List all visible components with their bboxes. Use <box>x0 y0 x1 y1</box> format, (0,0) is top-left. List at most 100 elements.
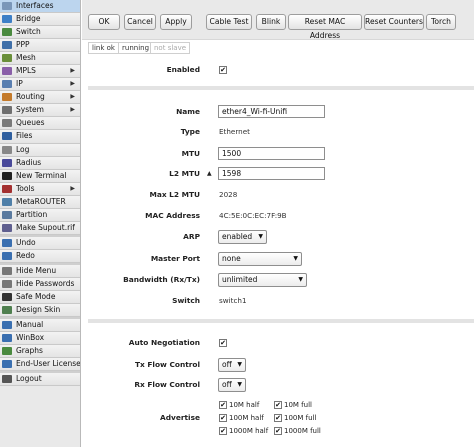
switch-icon <box>2 28 12 37</box>
bandwidth-select[interactable]: unlimited ▼ <box>218 273 307 287</box>
reset-mac-address-button[interactable]: Reset MAC Address <box>288 14 362 40</box>
rx-flow-control-select[interactable]: off ▼ <box>218 378 246 392</box>
sidebar-item-label: Design Skin <box>16 305 61 315</box>
sidebar-item-design-skin[interactable]: Design Skin <box>0 304 80 318</box>
manual-icon <box>2 321 12 330</box>
name-field[interactable]: ether4_Wi-fi-Unifi <box>218 105 325 118</box>
submenu-arrow-icon: ▶ <box>70 80 75 88</box>
sidebar-item-label: Hide Menu <box>16 265 57 275</box>
advertise-checkbox[interactable]: ✔ <box>219 414 227 422</box>
interface-editor: OK Cancel Apply Cable Test Blink Reset M… <box>82 0 474 447</box>
sidebar-item-label: MetaROUTER <box>16 196 66 206</box>
sidebar-item-logout[interactable]: Logout <box>0 373 80 387</box>
sidebar-item-label: IP <box>16 79 23 89</box>
type-value: Ethernet <box>219 127 250 136</box>
type-row: Type Ethernet <box>88 122 474 142</box>
sidebar-item-end-user-license[interactable]: End-User License <box>0 358 80 372</box>
metarouter-icon <box>2 197 12 206</box>
advertise-label: Advertise <box>160 413 200 422</box>
sidebar-item-label: Queues <box>16 118 45 128</box>
sidebar-item-label: Manual <box>16 320 44 330</box>
sidebar-item-hide-menu[interactable]: Hide Menu <box>0 264 80 278</box>
sidebar-item-mesh[interactable]: Mesh <box>0 52 80 66</box>
type-label: Type <box>180 127 200 136</box>
submenu-arrow-icon: ▶ <box>70 106 75 114</box>
advertise-option-label: 1000M half <box>229 427 269 435</box>
torch-button[interactable]: Torch <box>426 14 456 30</box>
submenu-arrow-icon: ▶ <box>70 184 75 192</box>
cable-test-button[interactable]: Cable Test <box>206 14 252 30</box>
sidebar-item-label: Graphs <box>16 346 43 356</box>
sidebar-item-partition[interactable]: Partition <box>0 208 80 222</box>
sidebar-item-files[interactable]: Files <box>0 130 80 144</box>
sidebar-item-winbox[interactable]: WinBox <box>0 332 80 346</box>
sidebar-item-tools[interactable]: Tools ▶ <box>0 182 80 196</box>
sidebar-item-routing[interactable]: Routing ▶ <box>0 91 80 105</box>
sidebar-item-label: Tools <box>16 183 35 193</box>
auto-negotiation-checkbox[interactable]: ✔ <box>219 339 227 347</box>
enabled-checkbox[interactable]: ✔ <box>219 66 227 74</box>
radius-icon <box>2 158 12 167</box>
mtu-field[interactable]: 1500 <box>218 147 325 160</box>
sidebar-item-label: Routing <box>16 92 45 102</box>
dropdown-arrow-icon: ▼ <box>293 255 298 262</box>
advertise-checkbox[interactable]: ✔ <box>274 414 282 422</box>
sidebar-item-metarouter[interactable]: MetaROUTER <box>0 195 80 209</box>
sidebar-item-new-terminal[interactable]: New Terminal <box>0 169 80 183</box>
log-icon <box>2 145 12 154</box>
tx-flow-control-select[interactable]: off ▼ <box>218 358 246 372</box>
sidebar-item-make-supout-rif[interactable]: Make Supout.rif <box>0 221 80 235</box>
advertise-checkbox[interactable]: ✔ <box>219 401 227 409</box>
logout-icon <box>2 375 12 384</box>
mtu-row: MTU 1500 <box>88 144 474 164</box>
dropdown-arrow-icon: ▼ <box>237 361 242 368</box>
sidebar-item-label: Make Supout.rif <box>16 222 75 232</box>
blink-button[interactable]: Blink <box>256 14 286 30</box>
winbox-icon <box>2 334 12 343</box>
sidebar-item-log[interactable]: Log <box>0 143 80 157</box>
hide-passwords-icon <box>2 279 12 288</box>
sidebar-item-graphs[interactable]: Graphs <box>0 345 80 359</box>
arp-select[interactable]: enabled ▼ <box>218 230 267 244</box>
sidebar-item-mpls[interactable]: MPLS ▶ <box>0 65 80 79</box>
sidebar-item-manual[interactable]: Manual <box>0 319 80 333</box>
status-link: link ok <box>88 42 119 54</box>
license-icon <box>2 360 12 369</box>
sidebar-item-switch[interactable]: Switch <box>0 26 80 40</box>
advertise-option-label: 10M half <box>229 401 260 409</box>
enabled-row: Enabled ✔ <box>88 60 474 80</box>
help-menu: Manual WinBox Graphs End-User License <box>0 319 80 372</box>
cancel-button[interactable]: Cancel <box>124 14 156 30</box>
sidebar-item-ip[interactable]: IP ▶ <box>0 78 80 92</box>
mtu-label: MTU <box>181 149 200 158</box>
sidebar-item-undo[interactable]: Undo <box>0 236 80 250</box>
toolbar: OK Cancel Apply Cable Test Blink Reset M… <box>82 0 474 40</box>
sidebar-item-safe-mode[interactable]: Safe Mode <box>0 291 80 305</box>
ok-button[interactable]: OK <box>88 14 120 30</box>
sidebar-item-label: System <box>16 105 44 115</box>
submenu-arrow-icon: ▶ <box>70 67 75 75</box>
advertise-checkbox[interactable]: ✔ <box>274 427 282 435</box>
undo-icon <box>2 238 12 247</box>
dropdown-arrow-icon: ▼ <box>237 381 242 388</box>
sidebar-item-queues[interactable]: Queues <box>0 117 80 131</box>
sidebar-item-label: Logout <box>16 374 42 384</box>
master-port-select[interactable]: none ▼ <box>218 252 302 266</box>
l2mtu-field[interactable]: 1598 <box>218 167 325 180</box>
reset-counters-button[interactable]: Reset Counters <box>364 14 424 30</box>
section-separator <box>88 319 474 323</box>
sidebar-item-system[interactable]: System ▶ <box>0 104 80 118</box>
apply-button[interactable]: Apply <box>160 14 192 30</box>
advertise-checkbox[interactable]: ✔ <box>274 401 282 409</box>
status-slave: not slave <box>150 42 191 54</box>
advertise-checkbox[interactable]: ✔ <box>219 427 227 435</box>
sidebar-item-hide-passwords[interactable]: Hide Passwords <box>0 277 80 292</box>
sidebar-item-bridge[interactable]: Bridge <box>0 13 80 27</box>
files-icon <box>2 132 12 141</box>
sidebar-item-redo[interactable]: Redo <box>0 249 80 263</box>
tx-flow-control-row: Tx Flow Control off ▼ <box>88 355 474 375</box>
sidebar-item-interfaces[interactable]: Interfaces <box>0 0 80 14</box>
sidebar-item-ppp[interactable]: PPP <box>0 39 80 53</box>
collapse-up-icon[interactable]: ▲ <box>207 164 212 184</box>
sidebar-item-radius[interactable]: Radius <box>0 156 80 170</box>
